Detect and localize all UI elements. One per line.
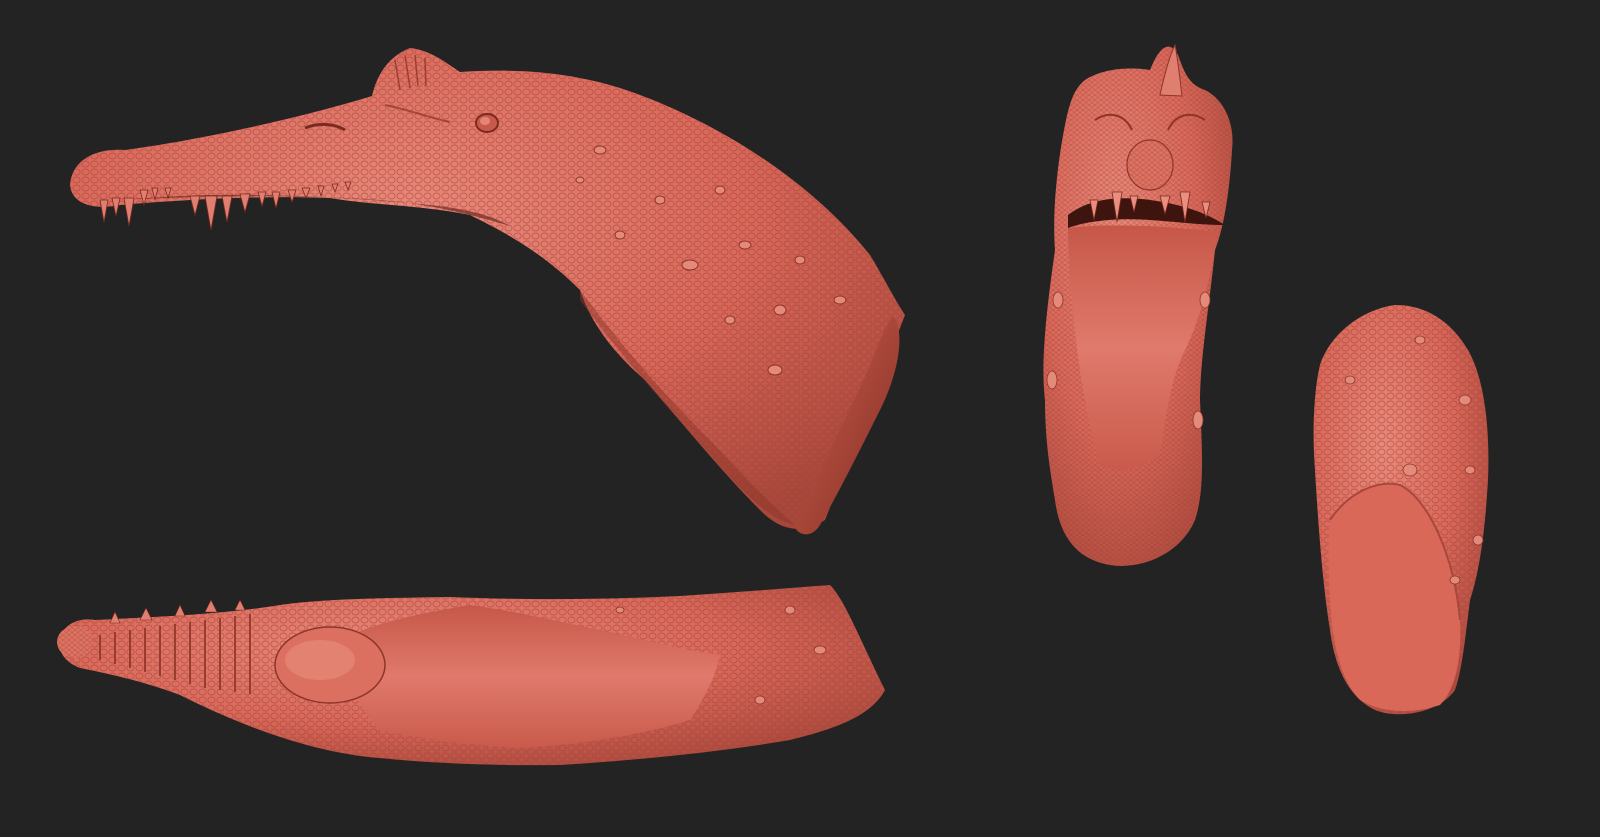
spinosaurus-head-back-icon: [1313, 305, 1489, 715]
spinosaurus-head-side-icon: [70, 48, 905, 535]
sculpt-render-svg: [57, 43, 1489, 766]
render-viewport: [0, 0, 1600, 837]
spinosaurus-head-front-icon: [1043, 43, 1233, 566]
spinosaurus-head-bottom-icon: [57, 585, 885, 766]
